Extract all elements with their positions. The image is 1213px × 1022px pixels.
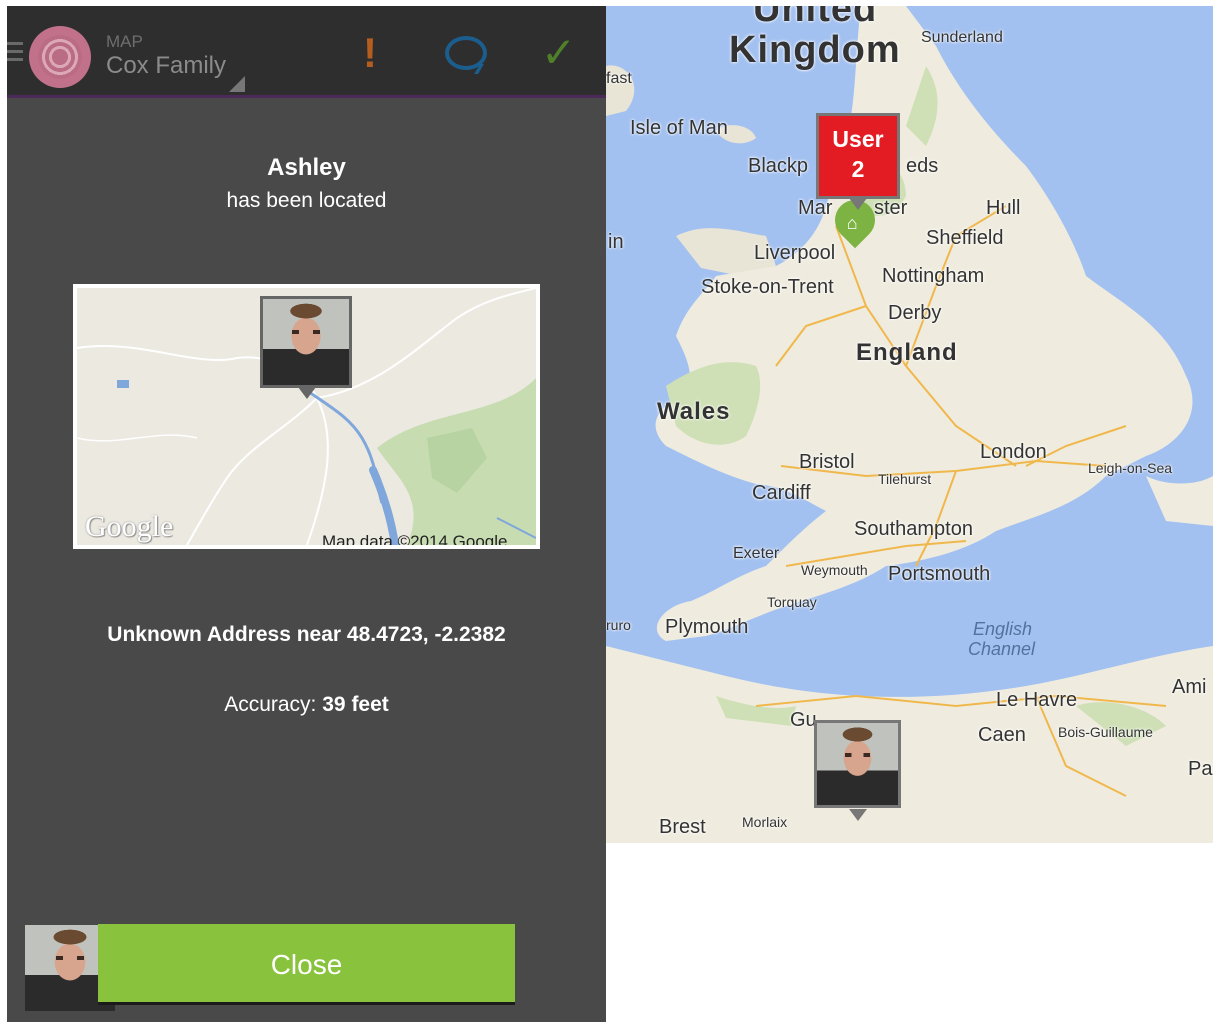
map-label-paris: Pa xyxy=(1188,758,1213,780)
location-preview-map[interactable]: Google Map data ©2014 Google xyxy=(73,284,540,549)
accuracy-value: 39 feet xyxy=(322,693,389,716)
map-label-wales: Wales xyxy=(657,398,731,425)
map-label-kingdom: Kingdom xyxy=(729,29,901,71)
user-marker-label: User xyxy=(832,126,884,152)
map-label-southend: Leigh-on-Sea xyxy=(1088,460,1173,476)
map-label-united: United xyxy=(753,6,878,30)
app-logo[interactable] xyxy=(29,26,91,88)
map-label-southampton: Southampton xyxy=(854,518,973,540)
map-label-derby: Derby xyxy=(888,302,942,324)
map-label-belfast: fast xyxy=(606,70,632,87)
map-label-leeds: eds xyxy=(906,155,939,177)
map-label-stoke: Stoke-on-Trent xyxy=(701,276,834,298)
map-label-guernsey: Gu xyxy=(790,709,817,731)
user-cluster-marker[interactable]: User 2 xyxy=(816,113,900,210)
map-label-portsmouth: Portsmouth xyxy=(888,563,991,585)
family-selector[interactable]: Cox Family xyxy=(106,52,226,80)
app-section-label: MAP xyxy=(106,32,143,51)
map-label-torquay: Torquay xyxy=(767,594,817,610)
map-label-sheffield: Sheffield xyxy=(926,227,1004,249)
app-bar: MAP Cox Family ! ✓ xyxy=(7,6,606,98)
map-label-england: England xyxy=(856,339,958,366)
map-label-bristol: Bristol xyxy=(799,451,855,473)
google-logo: Google xyxy=(85,510,174,543)
map-label-isle-of-man: Isle of Man xyxy=(630,117,728,139)
close-button[interactable]: Close xyxy=(98,924,515,1005)
mini-map-canvas: Google Map data ©2014 Google xyxy=(77,288,536,545)
person-photo-pin[interactable] xyxy=(260,296,352,399)
user-marker-count: 2 xyxy=(851,156,865,182)
map-label-caen: Caen xyxy=(978,724,1026,746)
map-label-truro: ruro xyxy=(606,617,631,633)
map-label-manchester-b: ster xyxy=(874,197,908,219)
map-label-nottingham: Nottingham xyxy=(882,265,985,287)
map-label-plymouth: Plymouth xyxy=(665,616,749,638)
home-icon: ⌂ xyxy=(846,213,858,234)
person-photo-marker[interactable] xyxy=(814,720,901,821)
check-icon[interactable]: ✓ xyxy=(541,32,576,74)
phone-screen: MAP Cox Family ! ✓ Ashley has been locat… xyxy=(7,6,606,1022)
menu-icon[interactable] xyxy=(7,42,23,64)
map-label-brest: Brest xyxy=(659,816,706,838)
location-address: Unknown Address near 48.4723, -2.2382 xyxy=(107,623,506,646)
map-label-channel: Channel xyxy=(968,639,1036,659)
map-label-hull: Hull xyxy=(986,197,1021,219)
main-map[interactable]: United Kingdom Sunderland fast Isle of M… xyxy=(606,6,1213,843)
located-subtitle: has been located xyxy=(226,189,387,212)
map-label-blackpool: Blackp xyxy=(748,155,809,177)
map-label-dublin: in xyxy=(608,231,624,253)
map-label-weymouth: Weymouth xyxy=(801,562,868,578)
map-label-bois-guillaume: Bois-Guillaume xyxy=(1058,724,1153,740)
map-label-liverpool: Liverpool xyxy=(754,242,836,264)
map-label-morlaix: Morlaix xyxy=(742,814,788,830)
location-accuracy: Accuracy: 39 feet xyxy=(7,693,606,717)
alert-icon[interactable]: ! xyxy=(363,32,377,74)
map-label-english: English xyxy=(973,619,1033,639)
chat-icon[interactable] xyxy=(445,36,487,70)
map-label-cardiff: Cardiff xyxy=(752,482,811,504)
map-credit: Map data ©2014 Google xyxy=(322,532,508,545)
accuracy-label: Accuracy: xyxy=(224,693,317,716)
map-label-london: London xyxy=(980,441,1047,463)
map-label-exeter: Exeter xyxy=(733,545,780,562)
map-label-manchester-a: Mar xyxy=(798,197,833,219)
map-label-sunderland: Sunderland xyxy=(921,29,1003,46)
map-label-tilehurst: Tilehurst xyxy=(878,471,932,487)
map-label-le-havre: Le Havre xyxy=(996,689,1078,711)
map-label-amiens: Ami xyxy=(1172,676,1207,698)
screenshot-root: MAP Cox Family ! ✓ Ashley has been locat… xyxy=(0,0,1213,1022)
located-person-name: Ashley xyxy=(267,154,346,181)
dropdown-caret-icon[interactable] xyxy=(229,76,245,92)
